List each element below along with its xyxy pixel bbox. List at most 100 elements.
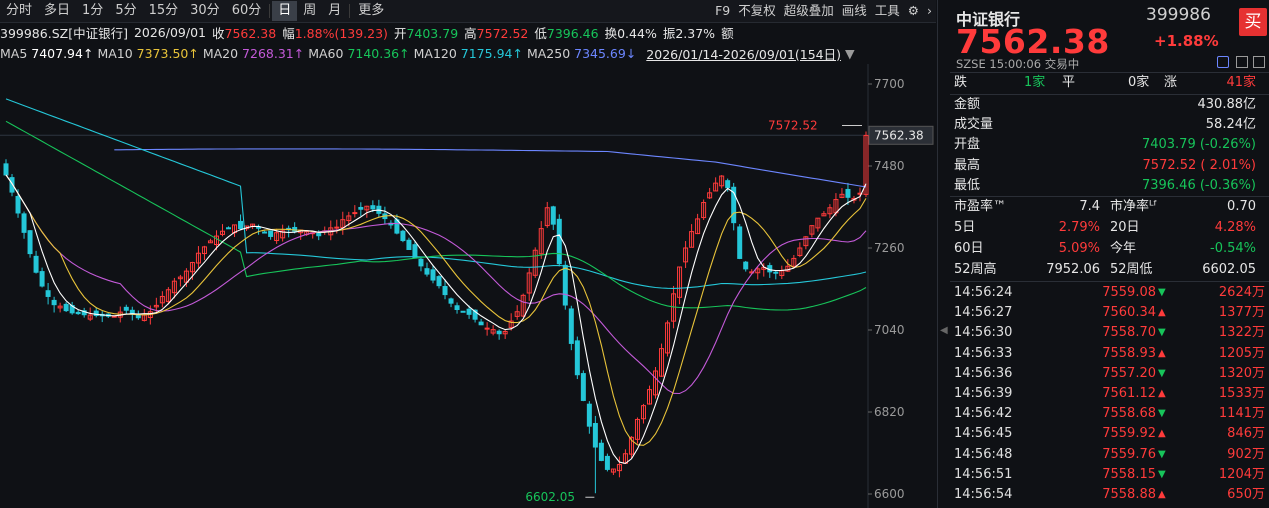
tick-row: 14:56:45 7559.92 ▲ 846万 — [950, 424, 1269, 444]
tick-volume: 1204万 — [1218, 466, 1265, 482]
candle-body — [400, 230, 406, 242]
stat-row: 开盘 7403.79 (-0.26%) — [950, 135, 1260, 155]
stat-value: 7403.79 (-0.26%) — [1141, 137, 1256, 153]
arrow-up-icon: ▲ — [1158, 347, 1166, 359]
date-range[interactable]: 2026/01/14-2026/09/01(154日) — [646, 44, 841, 63]
tick-time: 14:56:54 — [954, 486, 1013, 502]
ma-value: 7140.36↑ — [347, 45, 410, 61]
kline-chart[interactable]: 7700 7480 7260 7040 6820 6600 7572.52 6602.05 75… — [0, 64, 936, 508]
tick-price: 7559.76 — [1102, 446, 1156, 462]
arrow-down-icon: ▼ — [1158, 448, 1166, 460]
tick-volume: 1205万 — [1218, 345, 1265, 361]
panel-toggle-icon[interactable] — [1236, 56, 1248, 68]
period-tab-8[interactable]: 周 — [297, 1, 322, 21]
valuation-label: 5日 — [954, 220, 976, 235]
toolbar-right: F9 不复权 超级叠加 画线 工具 ⚙ › — [711, 1, 936, 21]
candle-body — [39, 271, 45, 287]
tick-volume: 846万 — [1227, 426, 1265, 442]
y-tick-label: 7700 — [874, 77, 905, 91]
divider-line — [950, 281, 1269, 282]
collapse-arrow-icon[interactable]: ◀ — [940, 325, 948, 336]
period-tab-1[interactable]: 多日 — [38, 1, 76, 21]
tick-row: 14:56:33 7558.93 ▲ 1205万 — [950, 344, 1269, 364]
market-status: SZSE 15:00:06 交易中 — [956, 56, 1079, 72]
toolbar-btn-2[interactable]: 超级叠加 — [780, 1, 838, 21]
ma-legend-bar: MA5 7407.94↑ MA10 7373.50↑ MA20 7268.31↑ MA… — [0, 43, 936, 63]
valuation-value: 7.4 — [1079, 199, 1100, 214]
y-tick-label: 6600 — [874, 487, 905, 501]
candle-body — [418, 258, 424, 267]
candle-body — [568, 308, 574, 344]
candle-body — [262, 231, 268, 234]
candle-body — [550, 206, 556, 225]
tick-time: 14:56:45 — [954, 426, 1013, 442]
tick-row: 14:56:48 7559.76 ▼ 902万 — [950, 445, 1269, 465]
dropdown-icon[interactable]: ▼ — [845, 46, 855, 61]
valuation-value: 5.09% — [1058, 241, 1100, 256]
tick-row: 14:56:54 7558.88 ▲ 650万 — [950, 485, 1269, 505]
valuation-row: 市盈率™ 7.4 市净率ᴸᶠ 0.70 — [950, 197, 1260, 217]
period-tab-0[interactable]: 分时 — [0, 1, 38, 21]
tick-volume: 1533万 — [1218, 385, 1265, 401]
chevron-right-icon[interactable]: › — [923, 1, 936, 21]
candle-body — [604, 455, 610, 470]
arrow-down-icon: ▼ — [1158, 367, 1166, 379]
ma-value: 7345.69↓ — [574, 45, 637, 61]
tick-price: 7558.93 — [1102, 345, 1156, 361]
stat-label: 最低 — [954, 177, 981, 193]
gear-icon[interactable]: ⚙ — [904, 1, 923, 21]
stat-value: 430.88亿 — [1197, 97, 1257, 112]
period-tab-10[interactable]: 更多 — [352, 1, 390, 21]
period-tab-6[interactable]: 60分 — [226, 1, 268, 21]
candle-body — [598, 442, 604, 461]
period-tab-5[interactable]: 30分 — [184, 1, 226, 21]
expand-icon[interactable] — [1253, 56, 1265, 68]
arrow-down-icon: ▼ — [1158, 408, 1166, 420]
stat-value: 7396.46 (-0.36%) — [1141, 177, 1256, 193]
candle-body — [454, 305, 460, 311]
valuation-value: 0.70 — [1227, 199, 1256, 214]
candle-body — [586, 403, 592, 427]
ma-legend-ma20: MA20 7268.31↑ — [203, 46, 304, 61]
valuation-row: 52周高 7952.06 52周低 6602.05 — [950, 260, 1260, 280]
toolbar-btn-3[interactable]: 画线 — [838, 1, 871, 21]
ohlc-info-bar: 399986.SZ[中证银行] 2026/09/01 收7562.38 幅1.8… — [0, 22, 936, 42]
candle-body — [845, 188, 851, 198]
candle-body — [316, 232, 322, 237]
valuation-label: 今年 — [1110, 241, 1137, 256]
security-code: 399986.SZ[中证银行] — [0, 25, 128, 41]
index-code: 399986 — [1146, 5, 1211, 25]
toolbar-btn-1[interactable]: 不复权 — [734, 1, 780, 21]
period-tab-2[interactable]: 1分 — [76, 1, 109, 21]
toolbar-btn-0[interactable]: F9 — [711, 1, 734, 21]
period-tab-4[interactable]: 15分 — [143, 1, 185, 21]
candle-body — [123, 306, 129, 311]
tick-row: 14:56:27 7560.34 ▲ 1377万 — [950, 303, 1269, 323]
period-tab-3[interactable]: 5分 — [109, 1, 142, 21]
candle-body — [370, 205, 376, 210]
tick-list[interactable]: 14:56:24 7559.08 ▼ 2624万 14:56:27 7560.34 ▲ 137… — [950, 283, 1269, 505]
stat-row: 最低 7396.46 (-0.36%) — [950, 176, 1260, 196]
stat-label: 开盘 — [954, 137, 981, 153]
ma-legend-ma5: MA5 7407.94↑ — [0, 46, 93, 61]
stat-value: 7572.52 ( 2.01%) — [1142, 157, 1256, 173]
arrow-up-icon: ▲ — [1158, 387, 1166, 399]
last-price-tag-label: 7562.38 — [874, 128, 924, 142]
y-tick-label: 6820 — [874, 405, 905, 419]
valuation-label: 52周低 — [1110, 262, 1153, 277]
buy-button[interactable]: 买 — [1239, 8, 1267, 36]
arrow-up-icon: ▲ — [1158, 428, 1166, 440]
period-tab-7[interactable]: 日 — [272, 1, 298, 21]
ma-label: MA10 — [97, 45, 137, 61]
ma-legend-ma10: MA10 7373.50↑ — [97, 46, 198, 61]
period-tab-9[interactable]: 月 — [322, 1, 347, 21]
bar-date: 2026/09/01 — [133, 24, 206, 40]
tick-time: 14:56:51 — [954, 466, 1013, 482]
tick-price: 7559.92 — [1102, 426, 1156, 442]
stat-label: 成交量 — [954, 117, 994, 133]
toolbar-btn-4[interactable]: 工具 — [871, 1, 904, 21]
ma-value: 7407.94↑ — [31, 45, 94, 61]
pencil-icon[interactable] — [1217, 56, 1229, 68]
tick-price: 7558.68 — [1102, 406, 1156, 422]
low-field: 低7396.46 — [534, 25, 599, 41]
